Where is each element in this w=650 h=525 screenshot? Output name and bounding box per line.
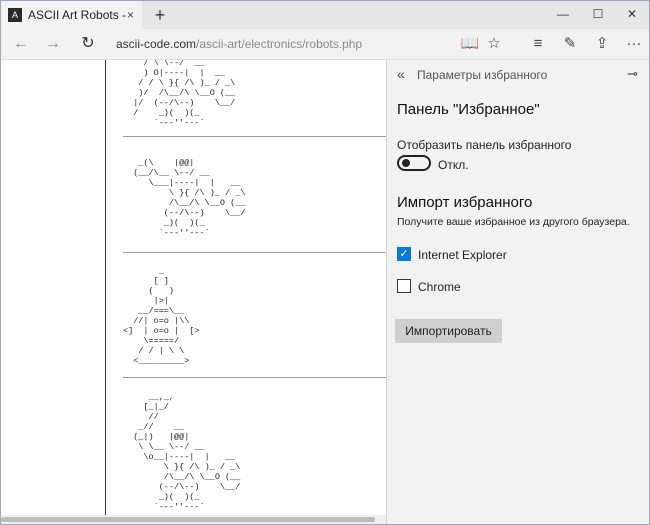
toggle-knob (402, 159, 410, 167)
minimize-button[interactable]: — (546, 1, 580, 29)
hub-icon[interactable]: ≡ (525, 33, 551, 55)
tab-title: ASCII Art Robots - ascii (28, 8, 128, 22)
divider (123, 136, 386, 137)
close-tab-icon[interactable]: × (127, 8, 134, 22)
pin-icon[interactable]: ⊸ (627, 66, 638, 82)
import-description: Получите ваше избранное из другого брауз… (397, 216, 630, 228)
page-content: / \ \--/ __ ) O|----| | __ / / \ }{ /\ )… (1, 60, 386, 515)
forward-button[interactable]: → (41, 33, 65, 55)
navigation-bar: ← → ↻ ascii-code.com/ascii-art/electroni… (1, 29, 649, 60)
internet-explorer-checkbox[interactable]: ✓ (397, 247, 411, 261)
browser-window: A ASCII Art Robots - ascii × + — ☐ ✕ ← →… (0, 0, 650, 525)
show-favorites-bar-toggle[interactable] (397, 155, 431, 171)
ascii-robot-4: __,_, [_|_/ // _// __ (_|) |@@| \ \__ \-… (133, 392, 241, 512)
star-icon[interactable]: ☆ (481, 33, 507, 55)
scrollbar-thumb[interactable] (1, 517, 375, 522)
reading-view-icon[interactable]: 📖 (457, 33, 483, 55)
tab-ascii-art-robots[interactable]: A ASCII Art Robots - ascii × (1, 1, 142, 29)
back-button[interactable]: ← (9, 33, 33, 55)
show-favorites-bar-label: Отобразить панель избранного (397, 138, 572, 152)
divider (123, 377, 386, 378)
web-note-icon[interactable]: ✎ (557, 33, 583, 55)
ascii-robot-2: _(\ |@@| (__/\__ \--/ __ \___|----| | __… (133, 158, 246, 238)
horizontal-scrollbar[interactable] (1, 515, 386, 524)
chrome-checkbox[interactable] (397, 279, 411, 293)
chrome-label[interactable]: Chrome (418, 280, 461, 294)
back-chevron-icon[interactable]: « (397, 66, 405, 82)
tab-bar: A ASCII Art Robots - ascii × + — ☐ ✕ (1, 1, 649, 29)
internet-explorer-label[interactable]: Internet Explorer (418, 248, 507, 262)
import-favorites-heading: Импорт избранного (397, 194, 533, 211)
favorites-settings-pane: « Параметры избранного ⊸ Панель "Избранн… (386, 60, 649, 524)
ascii-robot-3: _ [ ] ( ) |>| __/===\__ //| o=o |\\ <] |… (123, 266, 200, 366)
content-border (105, 60, 106, 515)
close-window-button[interactable]: ✕ (615, 1, 649, 29)
toggle-state-label: Откл. (438, 158, 469, 172)
import-button[interactable]: Импортировать (395, 319, 502, 343)
share-icon[interactable]: ⇪ (589, 33, 615, 55)
url-path: /ascii-art/electronics/robots.php (196, 37, 363, 51)
address-bar[interactable]: ascii-code.com/ascii-art/electronics/rob… (116, 37, 362, 51)
pane-header: « Параметры избранного ⊸ (387, 60, 649, 88)
site-favicon-icon: A (8, 8, 22, 22)
favorites-bar-heading: Панель "Избранное" (397, 101, 540, 118)
new-tab-button[interactable]: + (148, 5, 172, 25)
divider (123, 252, 386, 253)
refresh-button[interactable]: ↻ (76, 33, 100, 55)
more-icon[interactable]: ··· (621, 33, 647, 55)
url-host: ascii-code.com (116, 37, 197, 51)
maximize-button[interactable]: ☐ (581, 1, 615, 29)
pane-title: Параметры избранного (417, 68, 548, 82)
ascii-robot-1: / \ \--/ __ ) O|----| | __ / / \ }{ /\ )… (133, 60, 236, 128)
